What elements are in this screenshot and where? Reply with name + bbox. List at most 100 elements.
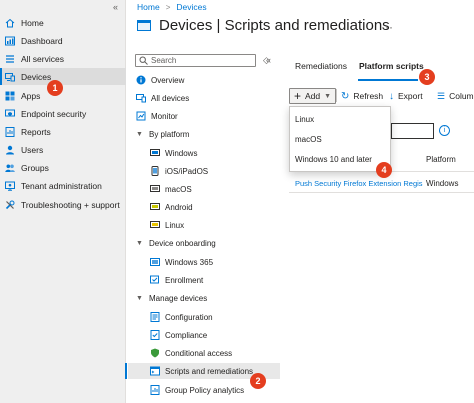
nav-label: Reports <box>21 126 51 137</box>
callout-badge-3: 3 <box>419 69 435 85</box>
menu-item-linux[interactable]: Linux <box>295 115 314 124</box>
blade-item-label: Android <box>165 202 193 212</box>
info-icon[interactable]: i <box>439 125 450 136</box>
nav-label: Home <box>21 17 44 28</box>
configuration-icon <box>150 312 160 322</box>
menu-item-windows-10-and-later[interactable]: Windows 10 and later <box>295 155 372 164</box>
blade-search[interactable] <box>135 54 256 67</box>
nav-item-reports[interactable]: Reports <box>0 123 126 140</box>
blade-item-enrollment[interactable]: Enrollment <box>128 272 280 288</box>
page-title: Devices | Scripts and remediations <box>159 17 390 34</box>
nav-item-all-services[interactable]: All services <box>0 50 126 67</box>
nav-label: Dashboard <box>21 35 63 46</box>
column-header-platform[interactable]: Platform <box>426 155 456 164</box>
blade-item-android[interactable]: Android <box>128 199 280 215</box>
blade-item-windows[interactable]: Windows <box>128 145 280 161</box>
blade-item-macos[interactable]: macOS <box>128 181 280 197</box>
blade-item-label: All devices <box>151 93 190 103</box>
blade-item-label: Compliance <box>165 330 208 340</box>
nav-item-endpoint-security[interactable]: Endpoint security <box>0 105 126 122</box>
add-dropdown-menu: Linux macOS Windows 10 and later <box>289 106 391 172</box>
shield-icon <box>150 348 160 358</box>
menu-item-macos[interactable]: macOS <box>295 135 322 144</box>
blade-item-all-devices[interactable]: All devices <box>128 90 280 106</box>
nav-label: Devices <box>21 71 52 82</box>
nav-label: All services <box>21 53 64 64</box>
callout-badge-4: 4 <box>376 162 392 178</box>
tab-remediations[interactable]: Remediations <box>295 61 347 71</box>
nav-label: Apps <box>21 90 41 101</box>
add-label: Add <box>305 91 321 101</box>
tab-platform-scripts[interactable]: Platform scripts <box>359 61 424 71</box>
blade-item-monitor[interactable]: Monitor <box>128 108 280 124</box>
columns-button[interactable]: ☰ Colum <box>437 88 474 104</box>
linux-icon <box>150 220 160 230</box>
nav-item-dashboard[interactable]: Dashboard <box>0 32 126 49</box>
nav-item-devices[interactable]: Devices <box>0 68 126 85</box>
macos-icon <box>150 184 160 194</box>
export-button[interactable]: ↓ Export <box>389 88 423 104</box>
blade-group-device-onboarding[interactable]: ▼ Device onboarding <box>128 235 280 251</box>
blade-item-conditional-access[interactable]: Conditional access <box>128 345 280 361</box>
groups-icon <box>5 163 15 173</box>
compliance-icon <box>150 330 160 340</box>
blade-item-ios[interactable]: iOS/iPadOS <box>128 163 280 179</box>
blade-item-label: Scripts and remediations <box>165 366 254 376</box>
chevron-down-icon: ▼ <box>136 294 143 302</box>
tenant-admin-icon <box>5 181 15 191</box>
breadcrumb-devices[interactable]: Devices <box>176 2 206 12</box>
tab-selected-indicator <box>358 79 418 81</box>
ios-icon <box>150 166 160 176</box>
breadcrumb-home[interactable]: Home <box>137 2 160 12</box>
blade-group-manage-devices[interactable]: ▼ Manage devices <box>128 290 280 306</box>
blade-group-by-platform[interactable]: ▼ By platform <box>128 126 280 142</box>
nav-label: Groups <box>21 162 49 173</box>
monitor-icon <box>136 111 146 121</box>
blade-item-linux[interactable]: Linux <box>128 217 280 233</box>
blade-item-label: Manage devices <box>149 293 208 303</box>
add-button[interactable]: + Add ▼ <box>289 88 337 104</box>
nav-item-users[interactable]: Users <box>0 141 126 158</box>
refresh-button[interactable]: ↻ Refresh <box>341 88 383 104</box>
blade-item-configuration[interactable]: Configuration <box>128 309 280 325</box>
blade-item-label: Configuration <box>165 312 213 322</box>
collapse-blade-icon[interactable]: « <box>266 55 271 65</box>
endpoint-security-icon <box>5 109 15 119</box>
nav-label: Tenant administration <box>21 180 102 191</box>
blade-item-label: Monitor <box>151 111 178 121</box>
table-row-script-name[interactable]: Push Security Firefox Extension Regis <box>295 179 423 188</box>
windows-365-icon <box>150 257 160 267</box>
collapse-nav-icon[interactable]: « <box>113 2 118 12</box>
breadcrumb-separator-icon: > <box>165 2 171 12</box>
nav-item-home[interactable]: Home <box>0 14 126 31</box>
enrollment-icon <box>150 275 160 285</box>
apps-icon <box>5 91 15 101</box>
nav-item-groups[interactable]: Groups <box>0 159 126 176</box>
devices-icon <box>5 72 15 82</box>
blade-item-label: iOS/iPadOS <box>165 166 209 176</box>
filter-input[interactable] <box>391 123 434 139</box>
search-icon <box>139 56 148 65</box>
nav-item-apps[interactable]: Apps <box>0 87 126 104</box>
info-icon <box>136 75 146 85</box>
blade-item-label: Windows 365 <box>165 257 214 267</box>
nav-item-tenant-administration[interactable]: Tenant administration <box>0 177 126 194</box>
export-icon: ↓ <box>389 90 394 102</box>
export-label: Export <box>398 91 423 101</box>
more-options-icon[interactable]: ··· <box>381 20 393 34</box>
search-input[interactable] <box>151 56 251 65</box>
blade-item-label: Device onboarding <box>149 238 216 248</box>
scripts-icon <box>150 366 160 376</box>
blade-item-overview[interactable]: Overview <box>128 72 280 88</box>
blade-item-compliance[interactable]: Compliance <box>128 327 280 343</box>
users-icon <box>5 145 15 155</box>
nav-item-troubleshooting[interactable]: Troubleshooting + support <box>0 196 126 213</box>
blade-item-label: By platform <box>149 129 190 139</box>
nav-label: Users <box>21 144 44 155</box>
table-row-platform: Windows <box>426 179 459 188</box>
blade-item-label: Linux <box>165 220 185 230</box>
chevron-down-icon: ▼ <box>136 239 143 247</box>
blade-item-windows-365[interactable]: Windows 365 <box>128 254 280 270</box>
columns-icon: ☰ <box>437 90 446 101</box>
blade-item-label: Windows <box>165 148 198 158</box>
